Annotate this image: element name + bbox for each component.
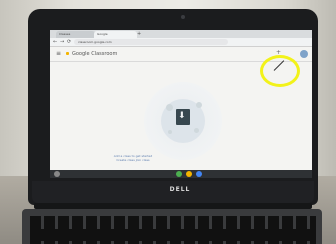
new-tab-button[interactable]: + bbox=[137, 31, 141, 38]
empty-state-text: Add a class to get started Create class … bbox=[100, 154, 166, 162]
brand-logo: DELL bbox=[169, 186, 191, 193]
address-bar: ← → ⟳ classroom.google.com bbox=[50, 38, 312, 47]
reload-icon[interactable]: ⟳ bbox=[67, 38, 71, 46]
files-icon[interactable] bbox=[196, 171, 202, 177]
forward-icon[interactable]: → bbox=[60, 38, 64, 46]
illustration-dot bbox=[196, 102, 202, 108]
laptop-screen: Classes Google + ← → ⟳ classroom.google.… bbox=[50, 30, 312, 178]
hamburger-menu-icon[interactable]: ≡ bbox=[56, 49, 61, 59]
avatar[interactable] bbox=[300, 50, 308, 58]
empty-state-illustration: ⬇ bbox=[144, 82, 222, 160]
url-field[interactable]: classroom.google.com bbox=[74, 39, 228, 45]
webcam-icon bbox=[181, 15, 185, 19]
app-icon[interactable] bbox=[186, 171, 192, 177]
keyboard-keys bbox=[36, 229, 316, 241]
tab-classes[interactable]: Classes bbox=[56, 31, 95, 38]
back-icon[interactable]: ← bbox=[53, 38, 57, 46]
tab-google[interactable]: Google bbox=[94, 31, 137, 38]
illustration-dot bbox=[194, 128, 199, 133]
tab-strip: Classes Google + bbox=[50, 30, 312, 38]
app-title: Google Classroom bbox=[72, 51, 118, 57]
empty-state-actions[interactable]: Create class Join class bbox=[100, 158, 166, 162]
launcher-icon[interactable] bbox=[54, 171, 60, 177]
illustration-dot bbox=[166, 104, 173, 111]
upload-arrow-icon: ⬇ bbox=[178, 111, 186, 121]
chrome-icon[interactable] bbox=[176, 171, 182, 177]
illustration-dot bbox=[168, 130, 172, 134]
highlight-circle bbox=[260, 55, 300, 87]
classroom-logo-icon bbox=[66, 52, 69, 55]
